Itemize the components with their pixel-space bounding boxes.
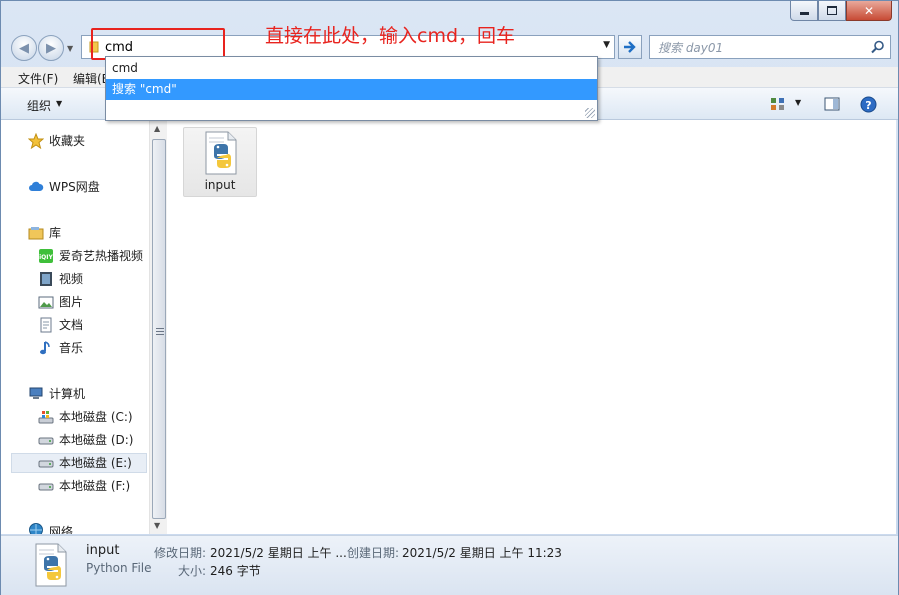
window-controls: ✕ — [790, 1, 892, 21]
nav-label: 本地磁盘 (C:) — [59, 410, 133, 424]
search-icon — [871, 40, 884, 54]
document-icon — [40, 317, 52, 333]
system-drive-icon — [38, 411, 54, 424]
details-pane: input Python File 修改日期: 2021/5/2 星期日 上午 … — [1, 535, 898, 595]
iqiyi-icon: iQIY — [39, 249, 54, 263]
nav-iqiyi[interactable]: iQIY 爱奇艺热播视频 — [38, 246, 143, 266]
details-file-name: input — [86, 543, 120, 558]
nav-label: 视频 — [59, 272, 84, 286]
organize-button[interactable]: 组织 — [27, 97, 51, 114]
minimize-button[interactable] — [790, 1, 818, 21]
explorer-window: ✕ ◀ ▶ ▼ cmd ▼ 搜索 day01 直接在此处，输入cmd，回车 文件… — [0, 0, 899, 595]
scroll-grip-icon — [156, 328, 164, 335]
nav-label: 计算机 — [49, 387, 86, 401]
scroll-down-icon[interactable]: ▼ — [154, 521, 160, 530]
video-icon — [40, 272, 52, 286]
nav-libraries[interactable]: 库 — [28, 223, 61, 243]
computer-icon — [29, 387, 43, 399]
go-button[interactable] — [618, 35, 642, 59]
file-item[interactable]: input — [183, 127, 257, 197]
nav-drive-f[interactable]: 本地磁盘 (F:) — [38, 476, 130, 496]
nav-videos[interactable]: 视频 — [38, 269, 83, 289]
nav-label: 爱奇艺热播视频 — [59, 249, 144, 263]
search-box[interactable]: 搜索 day01 — [649, 35, 891, 59]
nav-label: 图片 — [59, 295, 84, 309]
search-input[interactable]: 搜索 day01 — [658, 39, 723, 56]
scroll-up-icon[interactable]: ▲ — [154, 124, 160, 133]
close-icon: ✕ — [863, 3, 875, 18]
nav-favorites[interactable]: 收藏夹 — [28, 131, 85, 151]
nav-drive-e[interactable]: 本地磁盘 (E:) — [11, 453, 147, 473]
recent-pages-dropdown-icon[interactable]: ▼ — [67, 44, 73, 53]
drive-icon — [38, 460, 54, 468]
drive-icon — [38, 437, 54, 445]
resize-grip[interactable] — [585, 108, 595, 118]
svg-text:iQIY: iQIY — [39, 254, 53, 261]
drive-icon — [38, 483, 54, 491]
nav-label: 本地磁盘 (E:) — [59, 456, 132, 470]
modified-label: 修改日期: — [154, 546, 207, 560]
created-label: 创建日期: — [347, 546, 400, 560]
file-list: input — [167, 120, 896, 534]
library-icon — [28, 227, 44, 240]
navigation-scrollbar[interactable]: ▲ ▼ — [149, 120, 167, 534]
created-value: 2021/5/2 星期日 上午 11:23 — [402, 546, 562, 560]
nav-label: 文档 — [59, 318, 84, 332]
go-arrow-icon — [624, 41, 636, 53]
nav-network[interactable]: 网络 — [28, 522, 73, 534]
picture-icon — [38, 296, 54, 309]
nav-drive-c[interactable]: 本地磁盘 (C:) — [38, 407, 133, 427]
forward-arrow-icon: ▶ — [46, 40, 56, 56]
nav-label: 本地磁盘 (F:) — [59, 479, 131, 493]
forward-button[interactable]: ▶ — [38, 35, 64, 61]
address-dropdown-icon[interactable]: ▼ — [603, 40, 610, 50]
nav-label: 音乐 — [59, 341, 84, 355]
organize-dropdown-icon: ▼ — [56, 99, 63, 108]
view-options-icon[interactable] — [770, 96, 786, 112]
size-label: 大小: — [178, 564, 207, 578]
nav-label: 库 — [49, 226, 62, 240]
nav-pictures[interactable]: 图片 — [38, 292, 83, 312]
python-file-icon — [205, 131, 237, 175]
python-file-icon — [35, 543, 67, 587]
nav-label: 收藏夹 — [49, 134, 86, 148]
back-button[interactable]: ◀ — [11, 35, 37, 61]
address-autocomplete: cmd 搜索 "cmd" — [105, 56, 598, 121]
size-value: 246 字节 — [210, 564, 261, 578]
instruction-annotation: 直接在此处，输入cmd，回车 — [265, 25, 516, 47]
suggestion-search-cmd[interactable]: 搜索 "cmd" — [106, 79, 597, 100]
music-icon — [40, 341, 50, 355]
details-file-type: Python File — [86, 561, 152, 575]
help-icon[interactable]: ? — [860, 96, 877, 113]
nav-drive-d[interactable]: 本地磁盘 (D:) — [38, 430, 133, 450]
scroll-thumb[interactable] — [152, 139, 166, 519]
menu-file[interactable]: 文件(F) — [18, 70, 58, 87]
nav-computer[interactable]: 计算机 — [28, 384, 85, 404]
cloud-icon — [29, 181, 44, 191]
svg-text:?: ? — [865, 99, 871, 112]
modified-value: 2021/5/2 星期日 上午 ... — [210, 546, 347, 560]
nav-wps-cloud[interactable]: WPS网盘 — [28, 177, 100, 197]
suggestion-cmd[interactable]: cmd — [106, 58, 597, 79]
view-dropdown-icon[interactable]: ▼ — [795, 98, 801, 107]
back-arrow-icon: ◀ — [19, 40, 29, 56]
maximize-icon — [827, 6, 837, 15]
close-button[interactable]: ✕ — [846, 1, 892, 21]
navigation-pane: 收藏夹 WPS网盘 库 iQIY 爱奇艺热播视频 视频 图片 文档 音乐 计算机… — [1, 120, 149, 534]
nav-music[interactable]: 音乐 — [38, 338, 83, 358]
preview-pane-icon[interactable] — [824, 96, 840, 112]
maximize-button[interactable] — [818, 1, 846, 21]
file-name: input — [204, 178, 236, 192]
minimize-icon — [799, 12, 809, 15]
nav-label: 网络 — [49, 525, 74, 534]
nav-documents[interactable]: 文档 — [38, 315, 83, 335]
network-icon — [29, 523, 43, 534]
nav-label: WPS网盘 — [49, 180, 100, 194]
nav-label: 本地磁盘 (D:) — [59, 433, 134, 447]
star-icon — [28, 133, 44, 149]
